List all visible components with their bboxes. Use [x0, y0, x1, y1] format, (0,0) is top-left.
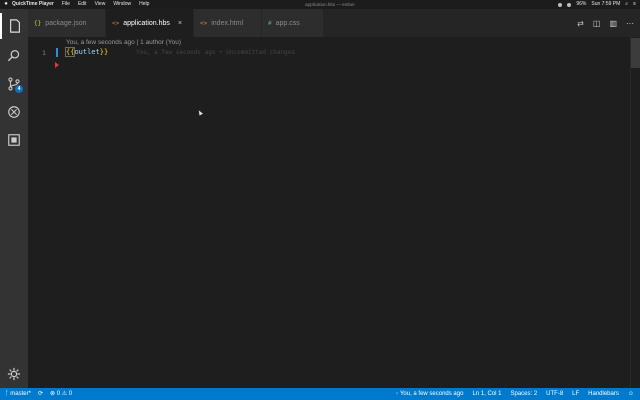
menubar-status-area: 96% Sun 7:59 PM ⌕ ≡ — [558, 0, 636, 9]
code-line-1[interactable]: {{outlet}} — [64, 47, 109, 57]
branch-name: master* — [10, 391, 31, 397]
status-icon[interactable] — [558, 2, 563, 7]
end-of-line[interactable]: LF — [572, 388, 579, 400]
menu-app-name[interactable]: QuickTime Player — [12, 0, 54, 9]
css-file-icon: # — [268, 19, 272, 27]
activity-bar: 4 — [0, 9, 28, 388]
macos-menubar: ● QuickTime Player File Edit View Window… — [0, 0, 640, 9]
deleted-line-indicator[interactable] — [55, 62, 59, 68]
menu-file[interactable]: File — [62, 0, 70, 9]
encoding[interactable]: UTF-8 — [546, 388, 563, 400]
window-title: application.hbs — ember — [305, 2, 355, 7]
open-preview-icon[interactable]: ◫ — [593, 19, 601, 28]
error-icon: ⊗ — [49, 391, 57, 397]
editor-actions: ⇄ ◫ ▥ ⋯ — [577, 9, 634, 37]
source-control-icon[interactable]: 4 — [0, 71, 28, 97]
split-editor-icon[interactable]: ▥ — [609, 19, 617, 28]
apple-menu-icon[interactable]: ● — [0, 0, 12, 9]
cursor-position[interactable]: Ln 1, Col 1 — [472, 388, 501, 400]
clock[interactable]: Sun 7:59 PM — [591, 0, 620, 9]
sync-icon[interactable]: ⟳ — [38, 388, 43, 400]
more-actions-icon[interactable]: ⋯ — [626, 19, 634, 28]
problems-indicator[interactable]: ⊗ 0 ⚠ 0 — [50, 388, 72, 400]
open-changes-icon[interactable]: ⇄ — [577, 19, 584, 28]
scm-badge: 4 — [15, 85, 23, 93]
vertical-scrollbar[interactable] — [630, 37, 640, 388]
smiley-icon[interactable]: ☺ — [628, 388, 634, 400]
menu-edit[interactable]: Edit — [78, 0, 87, 9]
code-identifier: outlet — [74, 48, 100, 56]
search-icon[interactable] — [0, 43, 28, 69]
status-blame[interactable]: ◦ You, a few seconds ago — [396, 388, 463, 400]
code-editor[interactable]: You, a few seconds ago | 1 author (You) … — [28, 37, 630, 388]
json-file-icon: {} — [34, 19, 42, 27]
branch-indicator[interactable]: ᚴ master* — [5, 388, 31, 400]
mouse-pointer-icon — [197, 109, 203, 116]
warning-count: 0 — [68, 391, 73, 397]
indentation[interactable]: Spaces: 2 — [510, 388, 537, 400]
status-blame-text: You, a few seconds ago — [399, 391, 464, 397]
html-file-icon: <> — [200, 19, 208, 27]
search-icon[interactable]: ⌕ — [625, 0, 628, 9]
status-bar: ᚴ master* ⟳ ⊗ 0 ⚠ 0 ◦ You, a few seconds… — [0, 388, 640, 400]
tab-label: index.html — [211, 19, 244, 27]
error-count: 0 — [56, 391, 61, 397]
modified-line-indicator[interactable] — [56, 48, 58, 57]
menu-view[interactable]: View — [95, 0, 106, 9]
editor-tab-bar: {} package.json <> application.hbs × <> … — [28, 9, 640, 37]
tab-label: package.json — [45, 19, 87, 27]
tab-index-html[interactable]: <> index.html — [194, 9, 262, 37]
scrollbar-thumb[interactable] — [631, 38, 640, 68]
tab-application-hbs[interactable]: <> application.hbs × — [106, 9, 194, 37]
handlebars-file-icon: <> — [112, 19, 120, 27]
menu-help[interactable]: Help — [139, 0, 149, 9]
language-mode[interactable]: Handlebars — [588, 388, 619, 400]
debug-icon[interactable] — [0, 99, 28, 125]
tab-package-json[interactable]: {} package.json — [28, 9, 106, 37]
menu-list-icon[interactable]: ≡ — [633, 0, 636, 9]
tab-app-css[interactable]: # app.css — [262, 9, 324, 37]
line-number: 1 — [42, 49, 46, 57]
tab-label: app.css — [275, 19, 300, 27]
tab-label: application.hbs — [123, 19, 170, 27]
explorer-icon[interactable] — [0, 13, 28, 39]
code-close-brace: }} — [99, 48, 109, 56]
battery-percent[interactable]: 96% — [576, 0, 586, 9]
inline-blame: You, a few seconds ago • Uncommitted cha… — [136, 49, 295, 56]
menu-window[interactable]: Window — [113, 0, 131, 9]
git-codelens[interactable]: You, a few seconds ago | 1 author (You) — [66, 39, 181, 46]
settings-gear-icon[interactable] — [0, 361, 28, 387]
wifi-icon[interactable] — [567, 2, 572, 7]
extensions-icon[interactable] — [0, 127, 28, 153]
warning-icon: ⚠ — [61, 391, 69, 397]
tab-close-icon[interactable]: × — [178, 20, 182, 27]
